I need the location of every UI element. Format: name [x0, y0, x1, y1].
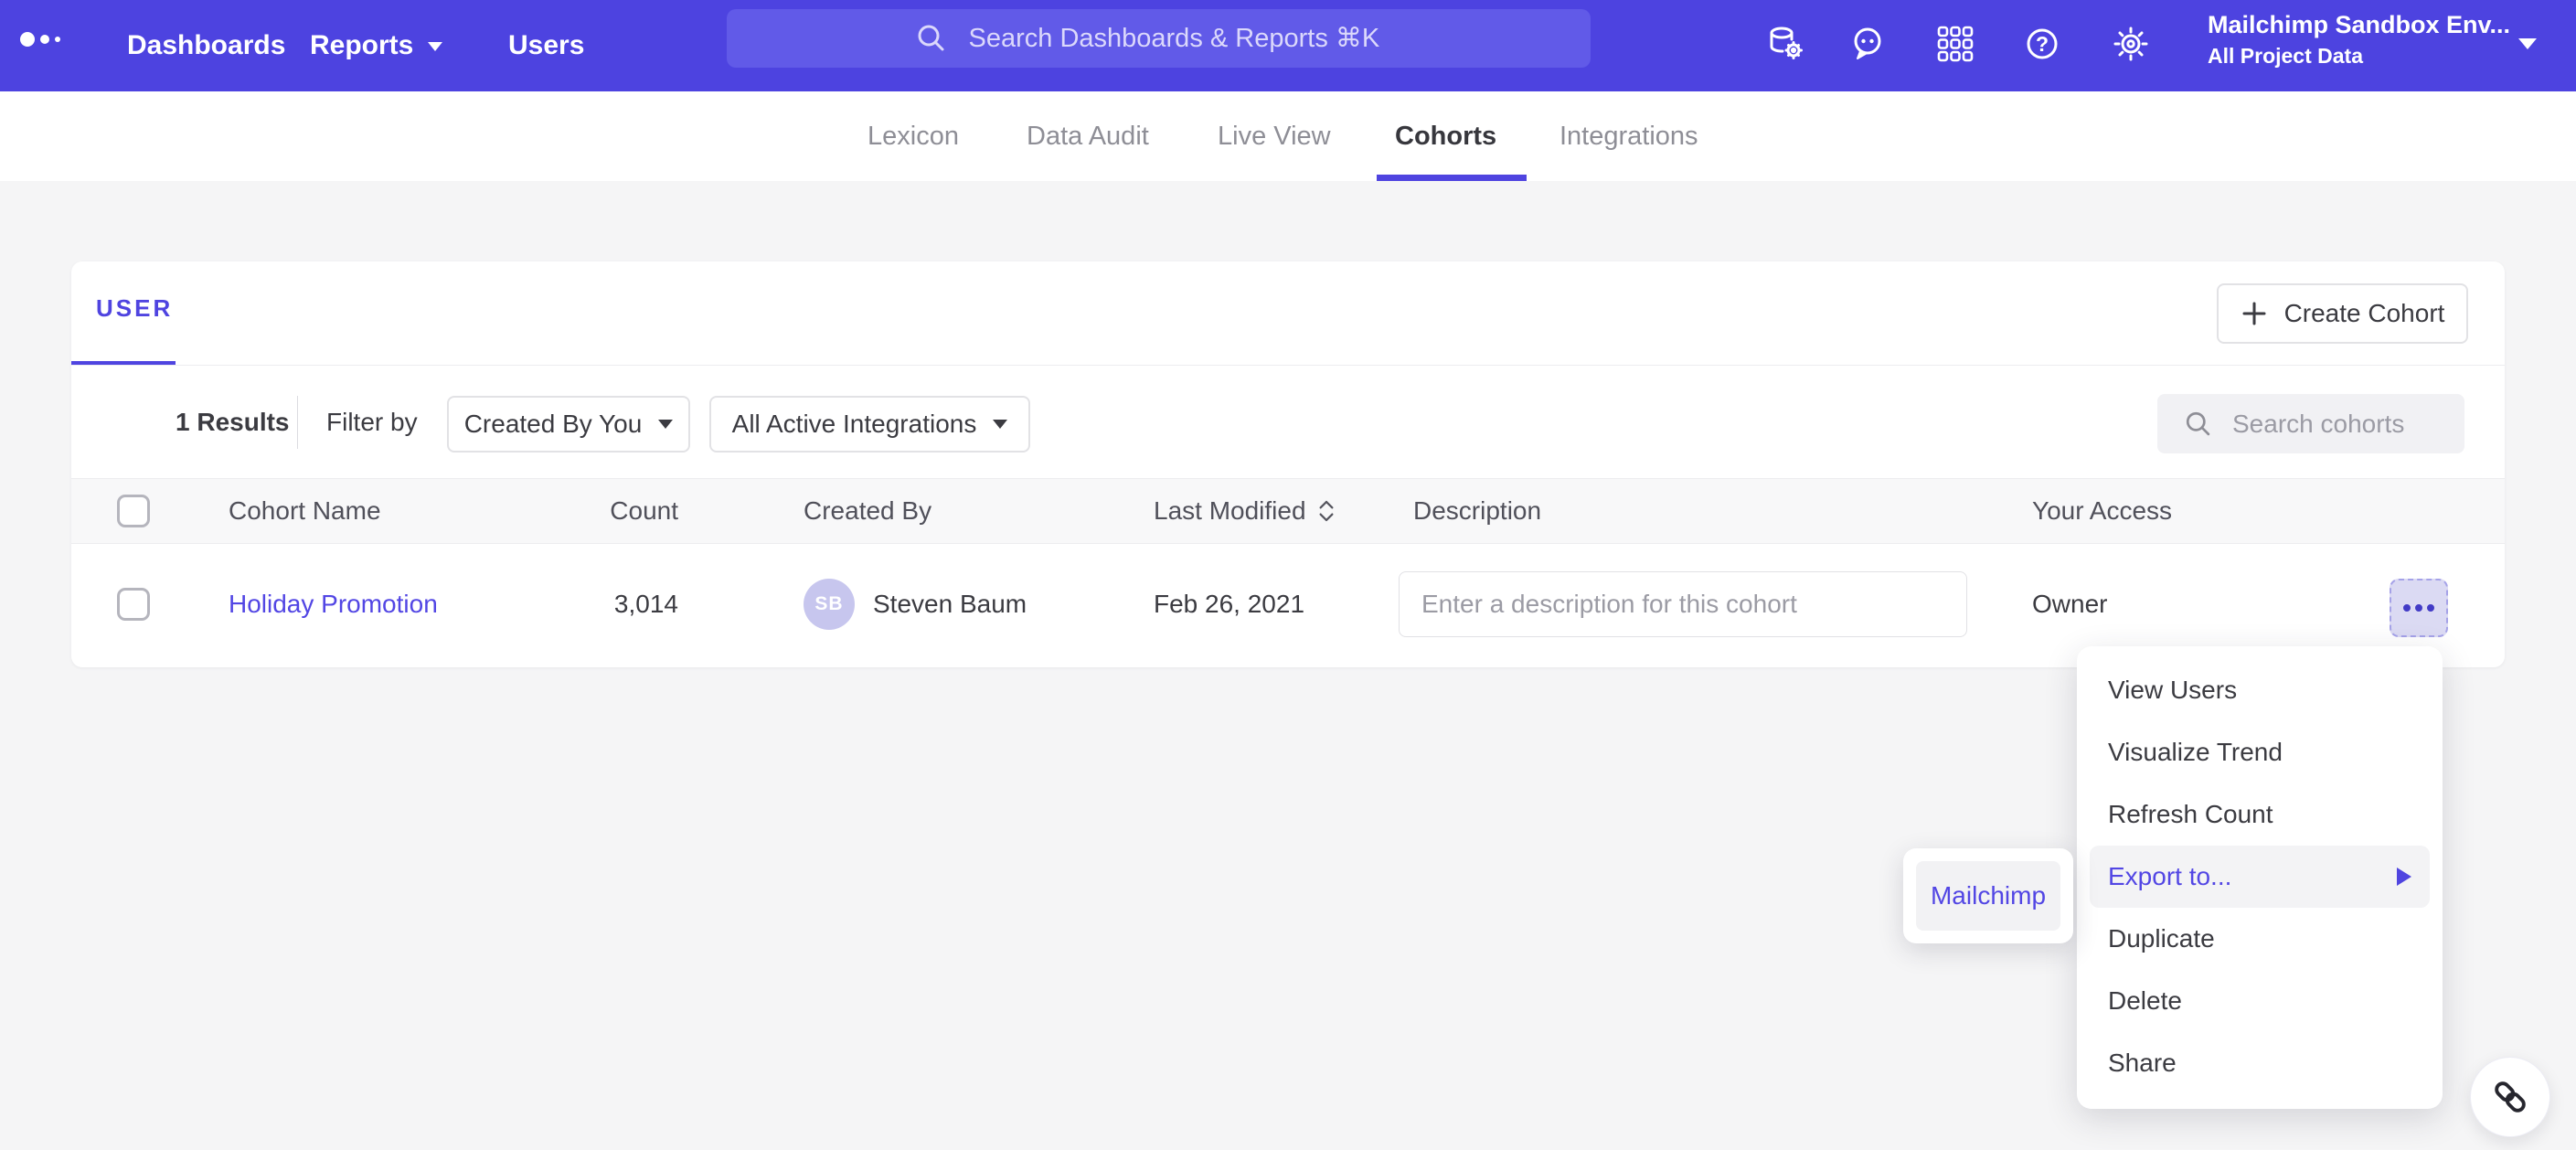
last-modified-label: Last Modified: [1154, 479, 1306, 543]
svg-text:?: ?: [2036, 32, 2049, 56]
create-cohort-button[interactable]: Create Cohort: [2217, 283, 2468, 344]
chevron-down-icon: [2518, 38, 2537, 49]
row-actions-menu: View Users Visualize Trend Refresh Count…: [2077, 646, 2443, 1109]
menu-item-refresh-count[interactable]: Refresh Count: [2077, 783, 2443, 846]
column-header-count: Count: [455, 479, 678, 543]
tab-lexicon[interactable]: Lexicon: [868, 91, 959, 181]
tab-cohorts[interactable]: Cohorts: [1395, 91, 1496, 181]
search-icon: [912, 19, 951, 58]
column-header-created-by: Created By: [804, 479, 931, 543]
apps-grid-icon: [1935, 24, 1975, 64]
data-management-button[interactable]: [1764, 22, 1808, 66]
chevron-down-icon: [428, 42, 442, 51]
column-header-cohort-name: Cohort Name: [229, 479, 381, 543]
menu-item-share[interactable]: Share: [2077, 1032, 2443, 1094]
copy-link-button[interactable]: [2470, 1057, 2550, 1137]
nav-item-dashboards[interactable]: Dashboards: [127, 0, 285, 91]
ellipsis-dot: [2403, 604, 2411, 612]
integrations-filter-label: All Active Integrations: [732, 410, 977, 439]
tab-integrations[interactable]: Integrations: [1559, 91, 1698, 181]
tab-user[interactable]: USER: [96, 294, 173, 323]
description-input[interactable]: [1399, 571, 1967, 637]
menu-item-delete[interactable]: Delete: [2077, 970, 2443, 1032]
search-cohorts-input[interactable]: [2230, 409, 2459, 440]
export-to-label: Export to...: [2108, 862, 2231, 891]
help-button[interactable]: ?: [2020, 22, 2064, 66]
logo-dot-large: [20, 32, 35, 47]
search-icon: [2181, 407, 2216, 442]
help-icon: ?: [2022, 24, 2062, 64]
row-actions-button[interactable]: [2390, 579, 2448, 637]
feedback-button[interactable]: [1846, 22, 1889, 66]
column-header-your-access: Your Access: [2032, 479, 2172, 543]
global-search-input[interactable]: [967, 23, 1406, 55]
submenu-item-mailchimp[interactable]: Mailchimp: [1916, 861, 2060, 931]
menu-item-view-users[interactable]: View Users: [2077, 659, 2443, 721]
project-switcher[interactable]: Mailchimp Sandbox Env... All Project Dat…: [2194, 7, 2560, 84]
create-cohort-label: Create Cohort: [2284, 299, 2445, 328]
secondary-nav: Lexicon Data Audit Live View Cohorts Int…: [0, 91, 2576, 181]
active-tab-underline: [1377, 175, 1527, 181]
plus-icon: [2241, 300, 2268, 327]
cohorts-page: Dashboards Reports Users: [0, 0, 2576, 1150]
export-submenu: Mailchimp: [1903, 848, 2073, 943]
nav-item-users[interactable]: Users: [508, 0, 584, 91]
global-search-bar[interactable]: [727, 9, 1591, 68]
link-icon: [2489, 1076, 2531, 1118]
column-header-description: Description: [1413, 479, 1541, 543]
last-modified-date: Feb 26, 2021: [1154, 544, 1304, 665]
chevron-down-icon: [658, 420, 673, 429]
filter-divider: [297, 396, 298, 449]
created-by-name: Steven Baum: [873, 544, 1027, 665]
card-header-divider: [71, 365, 2505, 366]
table-header-row: Cohort Name Count Created By Last Modifi…: [71, 478, 2505, 544]
settings-gear-icon: [2111, 24, 2151, 64]
nav-item-reports[interactable]: Reports: [310, 0, 442, 91]
top-nav-bar: Dashboards Reports Users: [0, 0, 2576, 91]
ellipsis-dot: [2427, 604, 2434, 612]
cohort-name-link[interactable]: Holiday Promotion: [229, 544, 438, 665]
menu-item-duplicate[interactable]: Duplicate: [2077, 908, 2443, 970]
cohorts-card: USER Create Cohort 1 Results Filter by C…: [71, 261, 2505, 667]
ellipsis-dot: [2415, 604, 2422, 612]
apps-grid-button[interactable]: [1933, 22, 1977, 66]
logo-dot-medium: [40, 35, 49, 44]
filter-by-label: Filter by: [326, 366, 418, 478]
results-count: 1 Results: [176, 366, 290, 478]
feedback-icon: [1847, 24, 1888, 64]
avatar: SB: [804, 579, 855, 630]
settings-button[interactable]: [2109, 22, 2153, 66]
menu-item-visualize-trend[interactable]: Visualize Trend: [2077, 721, 2443, 783]
created-by-filter-dropdown[interactable]: Created By You: [447, 396, 690, 453]
tab-live-view[interactable]: Live View: [1218, 91, 1331, 181]
cohort-count: 3,014: [455, 544, 678, 665]
nav-item-reports-label: Reports: [310, 30, 413, 60]
column-header-last-modified[interactable]: Last Modified: [1154, 479, 1336, 543]
menu-item-export-to[interactable]: Export to...: [2090, 846, 2430, 908]
chevron-down-icon: [993, 420, 1007, 429]
select-all-checkbox[interactable]: [117, 495, 150, 527]
created-by-filter-label: Created By You: [464, 410, 643, 439]
data-pipeline-icon: [1766, 24, 1806, 64]
project-subtitle: All Project Data: [2208, 44, 2363, 69]
tab-data-audit[interactable]: Data Audit: [1027, 91, 1149, 181]
integrations-filter-dropdown[interactable]: All Active Integrations: [709, 396, 1030, 453]
chevron-right-icon: [2397, 868, 2411, 886]
project-name: Mailchimp Sandbox Env...: [2208, 11, 2510, 39]
row-checkbox[interactable]: [117, 588, 150, 621]
logo-dot-small: [55, 37, 60, 42]
search-cohorts-bar[interactable]: [2157, 394, 2464, 453]
sort-icon: [1317, 497, 1336, 525]
mixpanel-logo[interactable]: [18, 27, 73, 64]
